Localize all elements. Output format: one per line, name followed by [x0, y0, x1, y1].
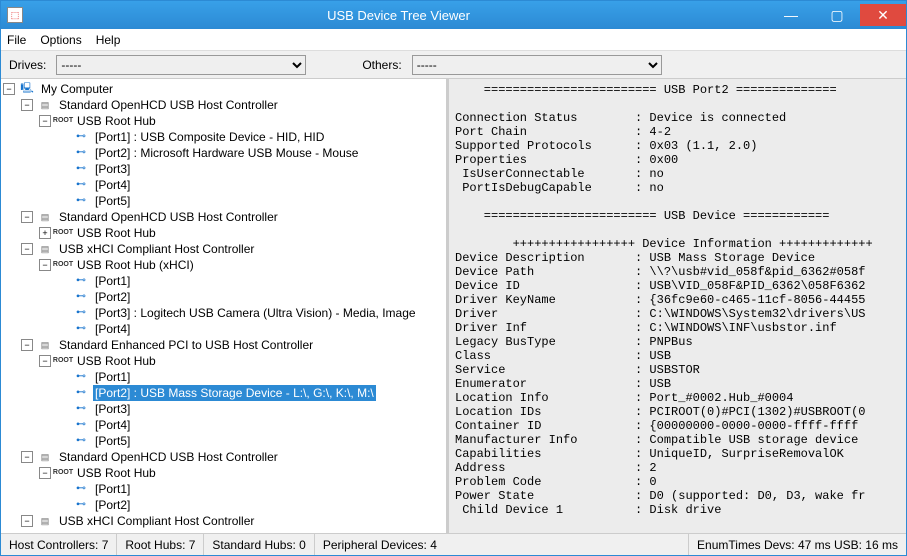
tree-controller[interactable]: Standard Enhanced PCI to USB Host Contro… [57, 337, 315, 353]
tree-controller[interactable]: Standard OpenHCD USB Host Controller [57, 449, 280, 465]
tree-port[interactable]: [Port1] [93, 369, 132, 385]
tree-hub[interactable]: USB Root Hub [75, 113, 158, 129]
tree-port[interactable]: [Port3] [93, 161, 132, 177]
port-icon: ⊷ [72, 386, 90, 400]
port-icon: ⊷ [72, 482, 90, 496]
expand-icon[interactable]: − [39, 467, 51, 479]
expand-icon[interactable]: − [21, 515, 33, 527]
controller-icon: ▤ [36, 450, 54, 464]
main-area: −🖳My Computer −▤Standard OpenHCD USB Hos… [1, 79, 906, 533]
controller-icon: ▤ [36, 210, 54, 224]
close-button[interactable]: ✕ [860, 4, 906, 26]
toolbar: Drives: ----- Others: ----- [1, 51, 906, 79]
tree-port[interactable]: [Port2] [93, 497, 132, 513]
root-hub-icon [54, 226, 72, 240]
root-hub-icon [54, 114, 72, 128]
others-select[interactable]: ----- [412, 55, 662, 75]
tree-port[interactable]: [Port3] : Logitech USB Camera (Ultra Vis… [93, 305, 418, 321]
computer-icon: 🖳 [18, 82, 36, 96]
tree-port[interactable]: [Port4] [93, 417, 132, 433]
drives-label: Drives: [9, 58, 46, 72]
port-icon: ⊷ [72, 498, 90, 512]
tree-controller[interactable]: USB xHCI Compliant Host Controller [57, 241, 256, 257]
tree-port[interactable]: [Port1] [93, 481, 132, 497]
expand-icon[interactable]: − [21, 339, 33, 351]
menu-file[interactable]: File [7, 33, 26, 47]
expand-icon[interactable]: − [21, 99, 33, 111]
menu-help[interactable]: Help [96, 33, 121, 47]
tree-controller[interactable]: USB xHCI Compliant Host Controller [57, 513, 256, 529]
device-tree[interactable]: −🖳My Computer −▤Standard OpenHCD USB Hos… [1, 79, 449, 533]
port-icon: ⊷ [72, 146, 90, 160]
status-root-hubs: Root Hubs: 7 [117, 534, 204, 555]
controller-icon: ▤ [36, 98, 54, 112]
root-hub-icon [54, 258, 72, 272]
tree-port[interactable]: [Port5] [93, 433, 132, 449]
drives-select[interactable]: ----- [56, 55, 306, 75]
tree-port[interactable]: [Port4] [93, 177, 132, 193]
tree-hub[interactable]: USB Root Hub [75, 225, 158, 241]
tree-controller[interactable]: Standard OpenHCD USB Host Controller [57, 97, 280, 113]
minimize-button[interactable]: — [768, 4, 814, 26]
expand-icon[interactable]: − [21, 243, 33, 255]
maximize-button[interactable]: ▢ [814, 4, 860, 26]
app-icon: ⬚ [7, 7, 23, 23]
port-icon: ⊷ [72, 290, 90, 304]
window-title: USB Device Tree Viewer [29, 8, 768, 23]
tree-root[interactable]: My Computer [39, 81, 115, 97]
menubar: File Options Help [1, 29, 906, 51]
tree-port[interactable]: [Port1] [93, 273, 132, 289]
port-icon: ⊷ [72, 402, 90, 416]
port-icon: ⊷ [72, 370, 90, 384]
tree-hub[interactable]: USB Root Hub (xHCI) [75, 257, 196, 273]
details-pane[interactable]: ======================== USB Port2 =====… [449, 79, 906, 533]
menu-options[interactable]: Options [40, 33, 81, 47]
root-hub-icon [54, 466, 72, 480]
port-icon: ⊷ [72, 178, 90, 192]
expand-icon[interactable]: − [39, 259, 51, 271]
tree-port[interactable]: [Port1] : USB Composite Device - HID, HI… [93, 129, 326, 145]
expand-icon[interactable]: − [21, 211, 33, 223]
tree-port[interactable]: [Port4] [93, 321, 132, 337]
others-label: Others: [362, 58, 401, 72]
port-icon: ⊷ [72, 130, 90, 144]
expand-icon[interactable]: − [21, 451, 33, 463]
status-standard-hubs: Standard Hubs: 0 [204, 534, 314, 555]
titlebar: ⬚ USB Device Tree Viewer — ▢ ✕ [1, 1, 906, 29]
tree-port[interactable]: [Port2] : Microsoft Hardware USB Mouse -… [93, 145, 360, 161]
controller-icon: ▤ [36, 514, 54, 528]
status-host-controllers: Host Controllers: 7 [1, 534, 117, 555]
statusbar: Host Controllers: 7 Root Hubs: 7 Standar… [1, 533, 906, 555]
status-enum-times: EnumTimes Devs: 47 ms USB: 16 ms [689, 534, 906, 555]
port-icon: ⊷ [72, 274, 90, 288]
expand-icon[interactable]: − [3, 83, 15, 95]
controller-icon: ▤ [36, 338, 54, 352]
tree-port-selected[interactable]: [Port2] : USB Mass Storage Device - L:\,… [93, 385, 376, 401]
port-icon: ⊷ [72, 322, 90, 336]
controller-icon: ▤ [36, 242, 54, 256]
root-hub-icon [54, 354, 72, 368]
port-icon: ⊷ [72, 418, 90, 432]
expand-icon[interactable]: + [39, 227, 51, 239]
port-icon: ⊷ [72, 306, 90, 320]
tree-hub[interactable]: USB Root Hub [75, 465, 158, 481]
port-icon: ⊷ [72, 194, 90, 208]
tree-port[interactable]: [Port5] [93, 193, 132, 209]
port-icon: ⊷ [72, 162, 90, 176]
expand-icon[interactable]: − [39, 355, 51, 367]
tree-port[interactable]: [Port3] [93, 401, 132, 417]
tree-hub[interactable]: USB Root Hub [75, 353, 158, 369]
tree-controller[interactable]: Standard OpenHCD USB Host Controller [57, 209, 280, 225]
expand-icon[interactable]: − [39, 115, 51, 127]
status-peripheral-devices: Peripheral Devices: 4 [315, 534, 689, 555]
tree-port[interactable]: [Port2] [93, 289, 132, 305]
port-icon: ⊷ [72, 434, 90, 448]
